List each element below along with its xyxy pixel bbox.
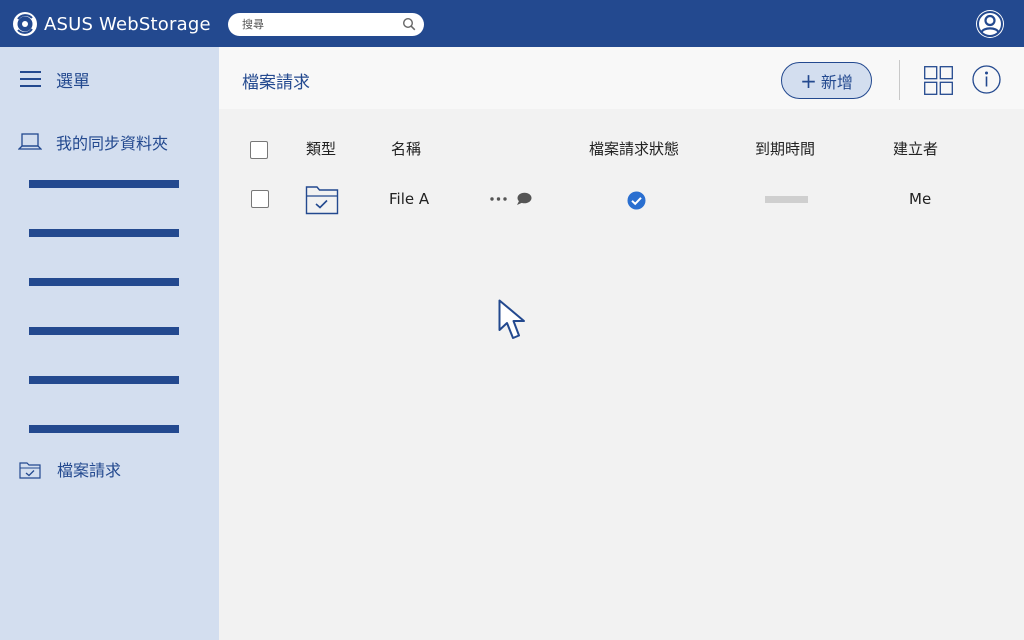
column-header-status[interactable]: 檔案請求狀態 — [589, 138, 679, 159]
menu-toggle[interactable]: 選單 — [20, 68, 90, 92]
sidebar: 選單 我的同步資料夾 檔案請求 — [0, 47, 219, 640]
search-input[interactable] — [242, 17, 392, 32]
sidebar-folder-placeholder[interactable] — [29, 180, 179, 188]
expiry-placeholder — [765, 196, 808, 203]
column-header-expiry[interactable]: 到期時間 — [755, 138, 815, 159]
more-icon[interactable] — [489, 195, 509, 203]
top-bar: ASUS WebStorage — [0, 0, 1024, 47]
header-divider — [899, 60, 900, 100]
sidebar-folder-placeholder[interactable] — [29, 278, 179, 286]
column-header-name[interactable]: 名稱 — [391, 138, 421, 159]
column-header-type[interactable]: 類型 — [306, 138, 336, 159]
brand-name: ASUS WebStorage — [44, 13, 211, 35]
search-icon[interactable] — [402, 17, 416, 31]
laptop-sync-icon — [18, 133, 42, 150]
sidebar-folder-placeholder[interactable] — [29, 229, 179, 237]
sidebar-item-sync-folder[interactable]: 我的同步資料夾 — [18, 131, 168, 153]
new-button[interactable]: + 新增 — [781, 62, 872, 99]
grid-view-icon[interactable] — [924, 66, 953, 95]
sidebar-folder-placeholder[interactable] — [29, 327, 179, 335]
sidebar-folder-placeholder[interactable] — [29, 376, 179, 384]
select-all-checkbox[interactable] — [250, 141, 268, 159]
user-icon[interactable] — [975, 9, 1005, 39]
cursor-icon — [498, 299, 525, 339]
row-checkbox[interactable] — [251, 190, 269, 208]
new-button-label: 新增 — [820, 72, 853, 92]
page-title: 檔案請求 — [242, 73, 310, 93]
asus-webstorage-logo-icon — [13, 12, 37, 36]
menu-label: 選單 — [56, 71, 90, 92]
check-circle-icon — [627, 191, 646, 210]
sidebar-folder-placeholder[interactable] — [29, 425, 179, 433]
search-box — [228, 13, 424, 36]
column-header-creator[interactable]: 建立者 — [893, 138, 938, 159]
menu-icon — [20, 71, 41, 87]
info-icon[interactable] — [972, 65, 1001, 94]
file-name[interactable]: File A — [389, 190, 429, 208]
sidebar-item-label: 檔案請求 — [57, 461, 122, 480]
brand[interactable]: ASUS WebStorage — [12, 11, 211, 37]
creator: Me — [909, 190, 932, 208]
folder-check-icon — [19, 461, 41, 479]
plus-icon: + — [800, 68, 817, 93]
folder-check-icon — [305, 186, 339, 215]
comment-icon[interactable] — [516, 192, 532, 206]
sidebar-item-file-request[interactable]: 檔案請求 — [19, 458, 121, 480]
sidebar-item-label: 我的同步資料夾 — [56, 134, 169, 153]
content-header: 檔案請求 + 新增 — [219, 47, 1024, 109]
